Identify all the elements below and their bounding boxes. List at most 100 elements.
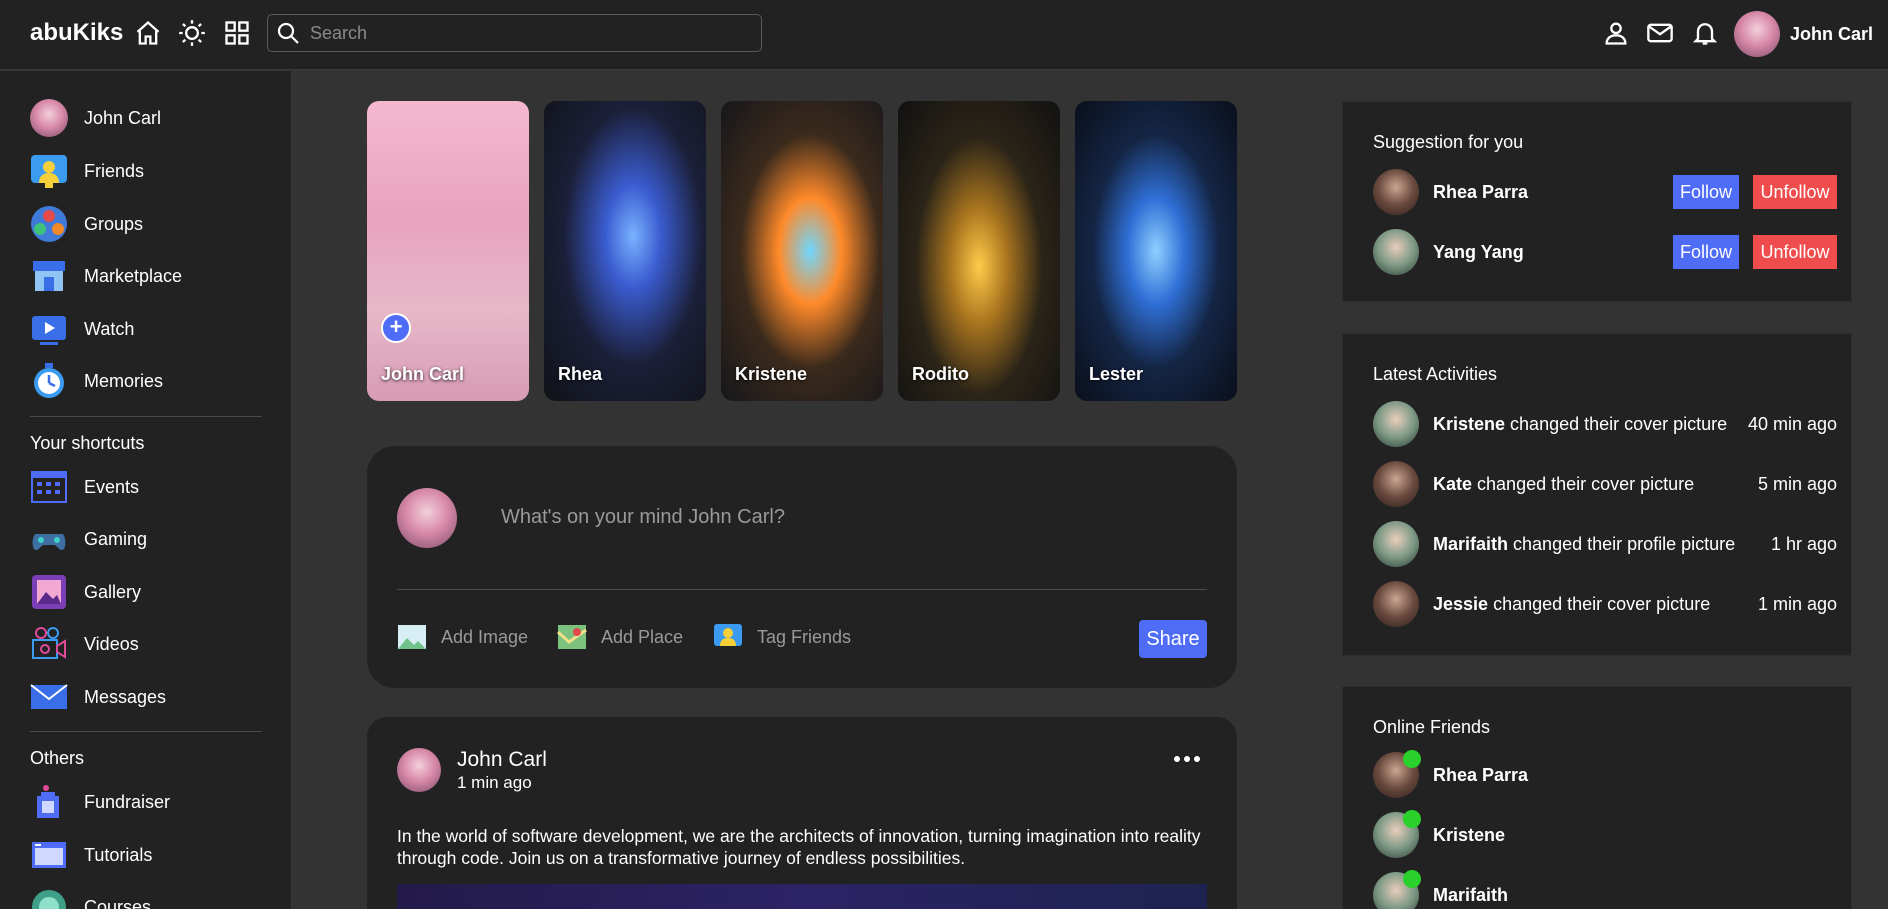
apps-grid-icon[interactable]: [223, 19, 251, 47]
online-friend-name: Kristene: [1433, 824, 1506, 845]
sidebar-item-marketplace[interactable]: Marketplace: [30, 256, 270, 296]
unfollow-button[interactable]: Unfollow: [1753, 235, 1837, 269]
activity-item[interactable]: Marifaith changed their profile picture …: [1373, 520, 1837, 568]
online-status-dot: [1403, 870, 1421, 888]
add-place-label: Add Place: [601, 626, 684, 647]
online-status-dot: [1403, 750, 1421, 768]
activity-time: 5 min ago: [1757, 473, 1837, 494]
add-story-plus-icon[interactable]: +: [381, 313, 411, 343]
avatar[interactable]: [1373, 229, 1419, 275]
add-place-button[interactable]: Add Place: [557, 622, 683, 652]
memories-clock-icon: [30, 362, 68, 400]
sidebar-item-gallery[interactable]: Gallery: [30, 572, 270, 612]
unfollow-button[interactable]: Unfollow: [1753, 175, 1837, 209]
post-card: John Carl 1 min ago In the world of soft…: [367, 717, 1237, 909]
avatar: [30, 99, 68, 137]
calendar-icon: [30, 468, 68, 506]
mail-icon[interactable]: [1646, 19, 1674, 47]
marketplace-icon: [30, 257, 68, 295]
sidebar-item-label: Gallery: [84, 581, 142, 602]
search-input[interactable]: [310, 21, 750, 45]
activity-action: changed their cover picture: [1510, 413, 1728, 434]
activity-item[interactable]: Kristene changed their cover picture 40 …: [1373, 400, 1837, 448]
post-author-avatar[interactable]: [397, 748, 441, 792]
sidebar-item-label: Friends: [84, 160, 145, 181]
story-card[interactable]: Kristene: [721, 101, 883, 401]
profile-icon[interactable]: [1602, 19, 1630, 47]
more-options-icon[interactable]: [1172, 749, 1202, 769]
sidebar-item-videos[interactable]: Videos: [30, 624, 270, 664]
post-timestamp: 1 min ago: [457, 773, 532, 792]
activity-time: 1 min ago: [1757, 593, 1837, 614]
post-image[interactable]: [397, 884, 1207, 909]
online-friends-panel: Online Friends Rhea Parra Kristene Marif…: [1342, 686, 1852, 909]
suggestion-name[interactable]: Yang Yang: [1433, 242, 1524, 263]
composer-avatar: [397, 488, 457, 548]
sidebar-item-label: Courses: [84, 896, 152, 909]
avatar[interactable]: [1373, 169, 1419, 215]
activities-title: Latest Activities: [1373, 364, 1498, 384]
avatar: [1373, 401, 1419, 447]
story-name: John Carl: [381, 364, 465, 384]
sidebar-divider: [30, 416, 262, 417]
shortcuts-heading: Your shortcuts: [30, 433, 145, 453]
mail-icon: [30, 678, 68, 716]
user-menu[interactable]: John Carl: [1734, 11, 1873, 57]
online-friend-name: Rhea Parra: [1433, 764, 1529, 785]
online-friend-item[interactable]: Rhea Parra: [1373, 750, 1837, 799]
app-logo[interactable]: abuKiks: [30, 19, 123, 47]
theme-toggle-sun-icon[interactable]: [178, 19, 206, 47]
composer-divider: [397, 589, 1207, 590]
add-image-button[interactable]: Add Image: [397, 622, 528, 652]
image-icon: [398, 625, 426, 649]
search-icon: [277, 22, 299, 44]
home-icon[interactable]: [134, 19, 162, 47]
gallery-icon: [30, 573, 68, 611]
story-card[interactable]: Rodito: [898, 101, 1060, 401]
story-card[interactable]: Lester: [1075, 101, 1237, 401]
sidebar-item-watch[interactable]: Watch: [30, 309, 270, 349]
story-card[interactable]: + John Carl: [367, 101, 529, 401]
activity-user: Kristene: [1433, 413, 1506, 434]
sidebar-divider: [30, 731, 262, 732]
follow-button[interactable]: Follow: [1673, 235, 1739, 269]
sidebar-item-events[interactable]: Events: [30, 467, 270, 507]
post-author-name[interactable]: John Carl: [457, 748, 547, 772]
left-sidebar: John Carl Friends Groups Marketplace Wat…: [0, 71, 292, 909]
story-name: Kristene: [735, 364, 808, 384]
avatar: [1373, 461, 1419, 507]
map-icon: [557, 625, 587, 649]
sidebar-item-courses[interactable]: Courses: [30, 887, 270, 909]
follow-button[interactable]: Follow: [1673, 175, 1739, 209]
story-name: Lester: [1089, 364, 1144, 384]
sidebar-item-memories[interactable]: Memories: [30, 361, 270, 401]
online-friend-item[interactable]: Marifaith: [1373, 870, 1837, 909]
sidebar-item-gaming[interactable]: Gaming: [30, 519, 270, 559]
sidebar-item-label: Videos: [84, 633, 139, 654]
others-heading: Others: [30, 748, 85, 768]
add-image-label: Add Image: [441, 626, 529, 647]
activity-item[interactable]: Kate changed their cover picture 5 min a…: [1373, 460, 1837, 508]
top-navbar: abuKiks John Carl: [0, 0, 1888, 70]
activity-item[interactable]: Jessie changed their cover picture 1 min…: [1373, 580, 1837, 628]
online-friend-item[interactable]: Kristene: [1373, 810, 1837, 859]
suggestion-name[interactable]: Rhea Parra: [1433, 182, 1528, 203]
activity-time: 40 min ago: [1747, 413, 1837, 434]
sidebar-item-profile[interactable]: John Carl: [30, 98, 270, 138]
sidebar-item-friends[interactable]: Friends: [30, 151, 270, 191]
sidebar-item-messages[interactable]: Messages: [30, 677, 270, 717]
tag-friends-button[interactable]: Tag Friends: [713, 622, 851, 652]
sidebar-item-fundraiser[interactable]: Fundraiser: [30, 782, 270, 822]
activity-action: changed their cover picture: [1477, 473, 1695, 494]
sidebar-item-groups[interactable]: Groups: [30, 204, 270, 244]
notifications-bell-icon[interactable]: [1691, 19, 1719, 47]
sidebar-item-label: Watch: [84, 318, 135, 339]
sidebar-item-label: Gaming: [84, 528, 148, 549]
share-button[interactable]: Share: [1139, 620, 1207, 658]
sidebar-item-tutorials[interactable]: Tutorials: [30, 835, 270, 875]
sidebar-item-label: Fundraiser: [84, 791, 171, 812]
story-card[interactable]: Rhea: [544, 101, 706, 401]
composer-input[interactable]: What's on your mind John Carl?: [501, 506, 785, 529]
fundraiser-icon: [30, 783, 68, 821]
sidebar-item-label: Memories: [84, 370, 164, 391]
